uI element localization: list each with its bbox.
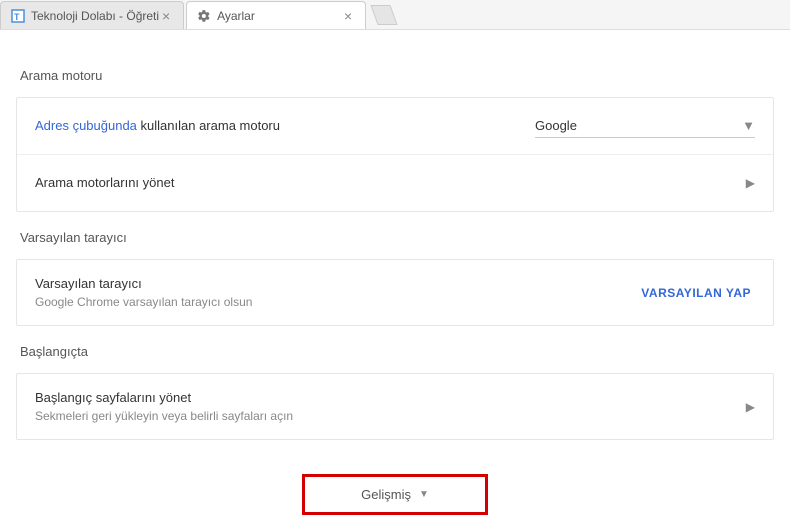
manage-search-engines-row[interactable]: Arama motorlarını yönet ▶	[17, 155, 773, 211]
make-default-button[interactable]: VARSAYILAN YAP	[637, 278, 755, 308]
startup-card: Başlangıç sayfalarını yönet Sekmeleri ge…	[16, 373, 774, 440]
browser-tab-1[interactable]: T Teknoloji Dolabı - Öğreti ×	[0, 1, 184, 29]
default-browser-label: Varsayılan tarayıcı	[35, 276, 637, 291]
dropdown-arrow-icon: ▼	[742, 118, 755, 133]
default-browser-row: Varsayılan tarayıcı Google Chrome varsay…	[17, 260, 773, 325]
close-icon[interactable]: ×	[159, 9, 173, 23]
chevron-down-icon: ▼	[419, 489, 429, 500]
select-value: Google	[535, 118, 577, 133]
favicon-td-icon: T	[11, 9, 25, 23]
manage-startup-pages-row[interactable]: Başlangıç sayfalarını yönet Sekmeleri ge…	[17, 374, 773, 439]
default-browser-sublabel: Google Chrome varsayılan tarayıcı olsun	[35, 295, 637, 309]
tab-bar: T Teknoloji Dolabı - Öğreti × Ayarlar ×	[0, 0, 790, 30]
browser-tab-2[interactable]: Ayarlar ×	[186, 1, 366, 29]
new-tab-button[interactable]	[370, 5, 397, 25]
chevron-right-icon: ▶	[746, 176, 755, 190]
svg-text:T: T	[14, 12, 20, 22]
settings-content: Arama motoru Adres çubuğunda kullanılan …	[0, 30, 790, 515]
address-bar-link[interactable]: Adres çubuğunda	[35, 118, 137, 133]
search-engine-label-rest: kullanılan arama motoru	[137, 118, 280, 133]
tab-title: Teknoloji Dolabı - Öğreti	[31, 9, 159, 23]
advanced-toggle-button[interactable]: Gelişmiş ▼	[361, 487, 429, 502]
startup-pages-sublabel: Sekmeleri geri yükleyin veya belirli say…	[35, 409, 746, 423]
tab-title: Ayarlar	[217, 9, 341, 23]
search-engine-select[interactable]: Google ▼	[535, 114, 755, 138]
section-title-startup: Başlangıçta	[20, 344, 774, 359]
advanced-label: Gelişmiş	[361, 487, 411, 502]
startup-pages-label: Başlangıç sayfalarını yönet	[35, 390, 746, 405]
manage-search-engines-label: Arama motorlarını yönet	[35, 175, 174, 190]
default-browser-card: Varsayılan tarayıcı Google Chrome varsay…	[16, 259, 774, 326]
search-engine-row: Adres çubuğunda kullanılan arama motoru …	[17, 98, 773, 155]
highlight-box: Gelişmiş ▼	[302, 474, 488, 515]
close-icon[interactable]: ×	[341, 9, 355, 23]
section-title-search-engine: Arama motoru	[20, 68, 774, 83]
search-engine-label: Adres çubuğunda kullanılan arama motoru	[35, 118, 280, 133]
chevron-right-icon: ▶	[746, 400, 755, 414]
gear-icon	[197, 9, 211, 23]
search-engine-card: Adres çubuğunda kullanılan arama motoru …	[16, 97, 774, 212]
advanced-section: Gelişmiş ▼	[16, 474, 774, 515]
section-title-default-browser: Varsayılan tarayıcı	[20, 230, 774, 245]
